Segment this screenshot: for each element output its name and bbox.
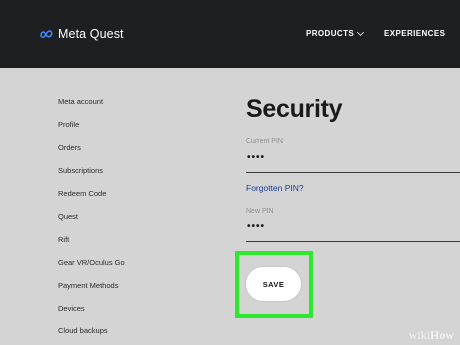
current-pin-label: Current PIN	[246, 138, 283, 145]
sidebar-item-subscriptions[interactable]: Subscriptions	[58, 166, 103, 175]
nav-products-label: PRODUCTS	[306, 29, 355, 38]
nav-experiences[interactable]: EXPERIENCES	[384, 29, 445, 39]
watermark-wiki: wiki	[408, 328, 430, 342]
sidebar-item-devices[interactable]: Devices	[58, 304, 85, 313]
sidebar-item-orders[interactable]: Orders	[58, 143, 81, 152]
sidebar-item-redeem-code[interactable]: Redeem Code	[58, 189, 106, 198]
current-pin-underline	[246, 172, 460, 173]
sidebar-item-rift[interactable]: Rift	[58, 235, 69, 244]
brand-name: Meta Quest	[58, 27, 124, 41]
meta-quest-logo[interactable]: Meta Quest	[39, 27, 124, 41]
sidebar-item-gear-vr[interactable]: Gear VR/Oculus Go	[58, 258, 125, 267]
new-pin-underline	[246, 241, 460, 242]
sidebar-item-profile[interactable]: Profile	[58, 120, 79, 129]
chevron-down-icon	[357, 28, 365, 37]
current-pin-input[interactable]: ••••	[247, 152, 265, 164]
sidebar-item-cloud-backups[interactable]: Cloud backups	[58, 326, 108, 335]
sidebar-item-payment-methods[interactable]: Payment Methods	[58, 281, 118, 290]
meta-infinity-icon	[39, 29, 54, 39]
forgotten-pin-link[interactable]: Forgotten PIN?	[246, 183, 304, 193]
wikihow-watermark: wikiHow	[409, 328, 454, 342]
page-title: Security	[246, 95, 343, 123]
nav-experiences-label: EXPERIENCES	[384, 29, 446, 38]
new-pin-input[interactable]: ••••	[247, 221, 265, 233]
watermark-how: How	[430, 328, 454, 342]
top-navigation-bar: Meta Quest PRODUCTS EXPERIENCES	[0, 0, 460, 68]
save-button[interactable]: SAVE	[245, 266, 302, 302]
nav-products[interactable]: PRODUCTS	[306, 28, 365, 39]
sidebar-item-quest[interactable]: Quest	[58, 212, 78, 221]
sidebar-item-meta-account[interactable]: Meta account	[58, 97, 103, 106]
new-pin-label: New PIN	[246, 208, 274, 215]
